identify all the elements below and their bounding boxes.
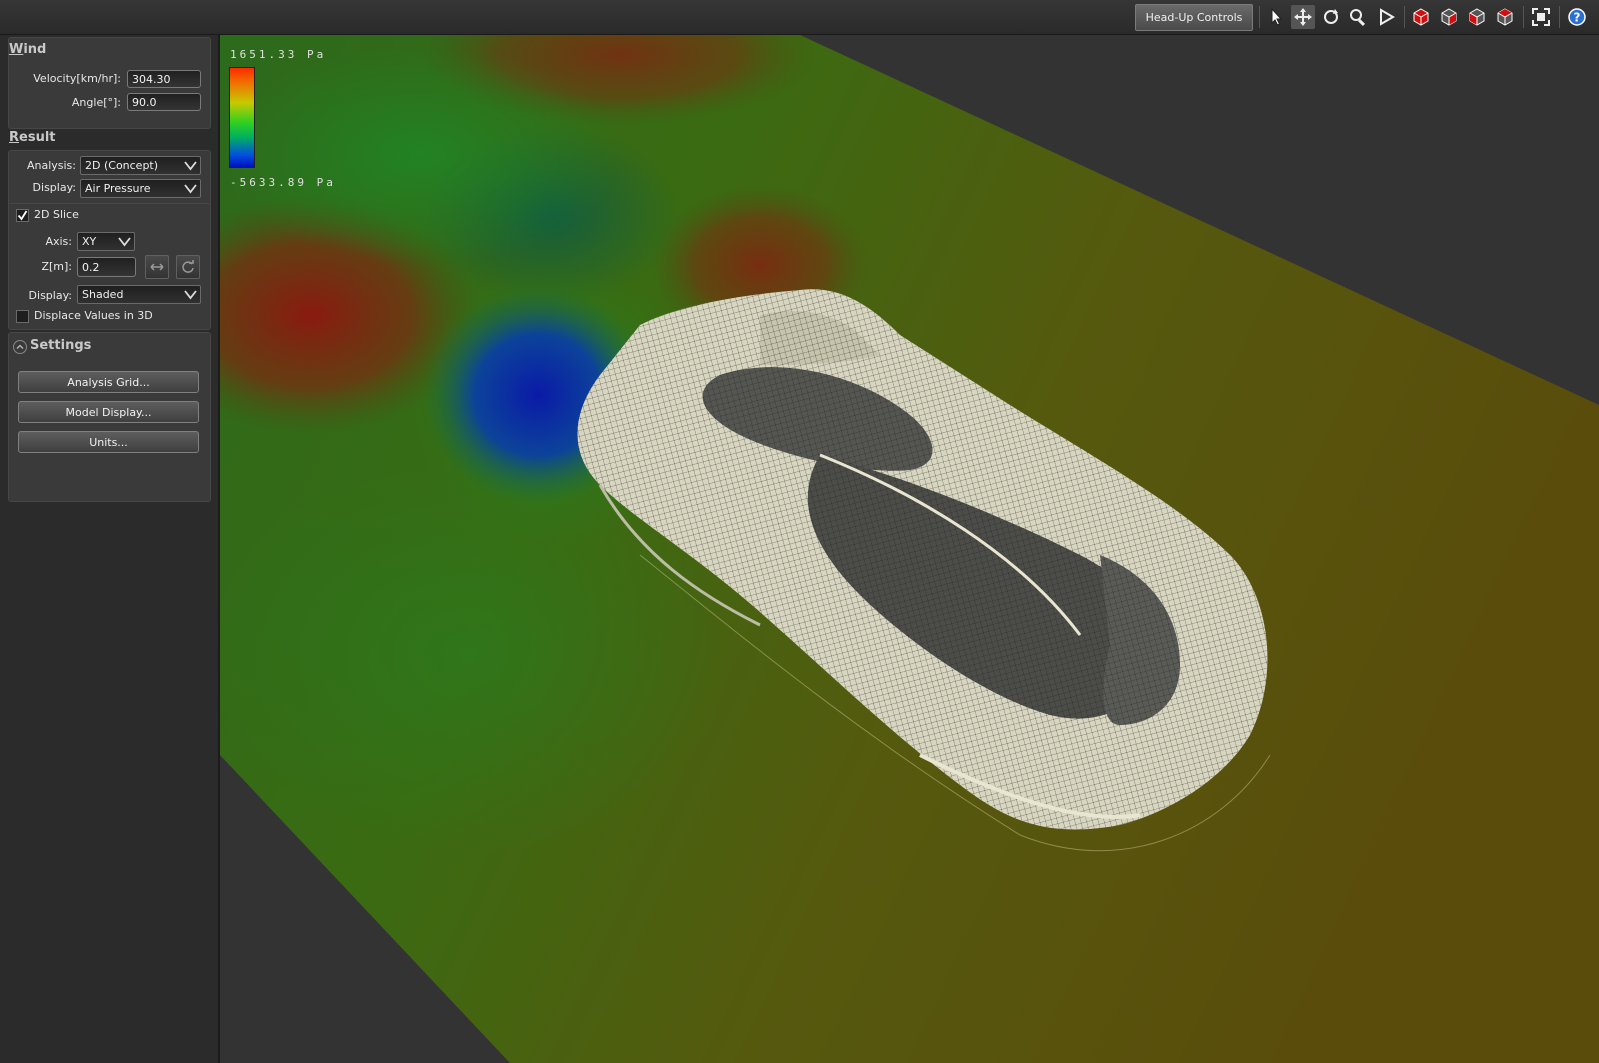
arrows-icon [150,263,164,271]
select-arrow-icon[interactable] [1264,5,1288,29]
z-label: Z[m]: [41,260,72,273]
analysis-label: Analysis: [26,159,76,172]
svg-text:?: ? [1574,11,1581,25]
settings-heading: Settings [30,338,92,353]
display-dropdown[interactable]: Air Pressure [80,179,201,198]
chevron-down-icon [184,184,197,194]
swap-direction-button[interactable] [145,255,169,279]
z-input[interactable]: 0.2 [77,257,136,277]
toolbar-separator [1259,6,1260,28]
red-cube-top-icon[interactable] [1465,5,1489,29]
velocity-input[interactable]: 304.30 [127,70,201,88]
help-icon[interactable]: ? [1565,5,1589,29]
refresh-button[interactable] [176,255,200,279]
model-display-button[interactable]: Model Display... [18,401,199,423]
wind-heading: Wind [9,42,47,57]
display-value: Air Pressure [85,182,151,195]
chevron-down-icon [184,161,197,171]
collapse-up-icon[interactable] [13,340,27,354]
legend-min-label: -5633.89 Pa [230,176,336,189]
toolbar-separator [1523,6,1524,28]
result-heading: Result [9,130,56,145]
checkmark-icon [17,210,28,221]
toolbar-separator [1559,6,1560,28]
toolbar-separator [1404,6,1405,28]
top-toolbar: Head-Up Controls ? [0,0,1599,35]
axis-value: XY [82,235,97,248]
3d-viewport[interactable]: 1651.33 Pa -5633.89 Pa [220,35,1599,1063]
angle-label: Angle[°]: [71,96,121,109]
analysis-grid-button[interactable]: Analysis Grid... [18,371,199,393]
chevron-down-icon [184,290,197,300]
refresh-icon [182,260,194,273]
zoom-icon[interactable] [1346,5,1370,29]
legend-max-label: 1651.33 Pa [230,48,327,61]
slice-label: 2D Slice [34,208,79,221]
head-up-controls-button[interactable]: Head-Up Controls [1135,4,1253,31]
red-cube-front-icon[interactable] [1409,5,1433,29]
orbit-icon[interactable] [1319,5,1343,29]
fit-view-icon[interactable] [1529,5,1553,29]
displace-label: Displace Values in 3D [34,309,153,322]
units-button[interactable]: Units... [18,431,199,453]
pan-icon[interactable] [1291,5,1315,29]
slice-checkbox[interactable] [16,209,29,222]
display2-label: Display: [28,289,72,302]
display2-value: Shaded [82,288,124,301]
angle-input[interactable]: 90.0 [127,93,201,111]
axis-dropdown[interactable]: XY [77,232,135,251]
displace-checkbox[interactable] [16,310,29,323]
analysis-dropdown[interactable]: 2D (Concept) [80,156,201,175]
pressure-field-render [220,35,1599,1063]
display-label: Display: [32,181,76,194]
red-cube-iso-icon[interactable] [1493,5,1517,29]
left-panel: Wind Velocity[km/hr]: 304.30 Angle[°]: 9… [0,35,220,1063]
red-cube-side-icon[interactable] [1437,5,1461,29]
chevron-down-icon [118,237,131,247]
axis-label: Axis: [45,235,72,248]
analysis-value: 2D (Concept) [85,159,159,172]
pressure-legend-bar [229,67,255,168]
velocity-label: Velocity[km/hr]: [33,72,121,85]
display2-dropdown[interactable]: Shaded [77,285,201,304]
play-icon[interactable] [1374,5,1398,29]
